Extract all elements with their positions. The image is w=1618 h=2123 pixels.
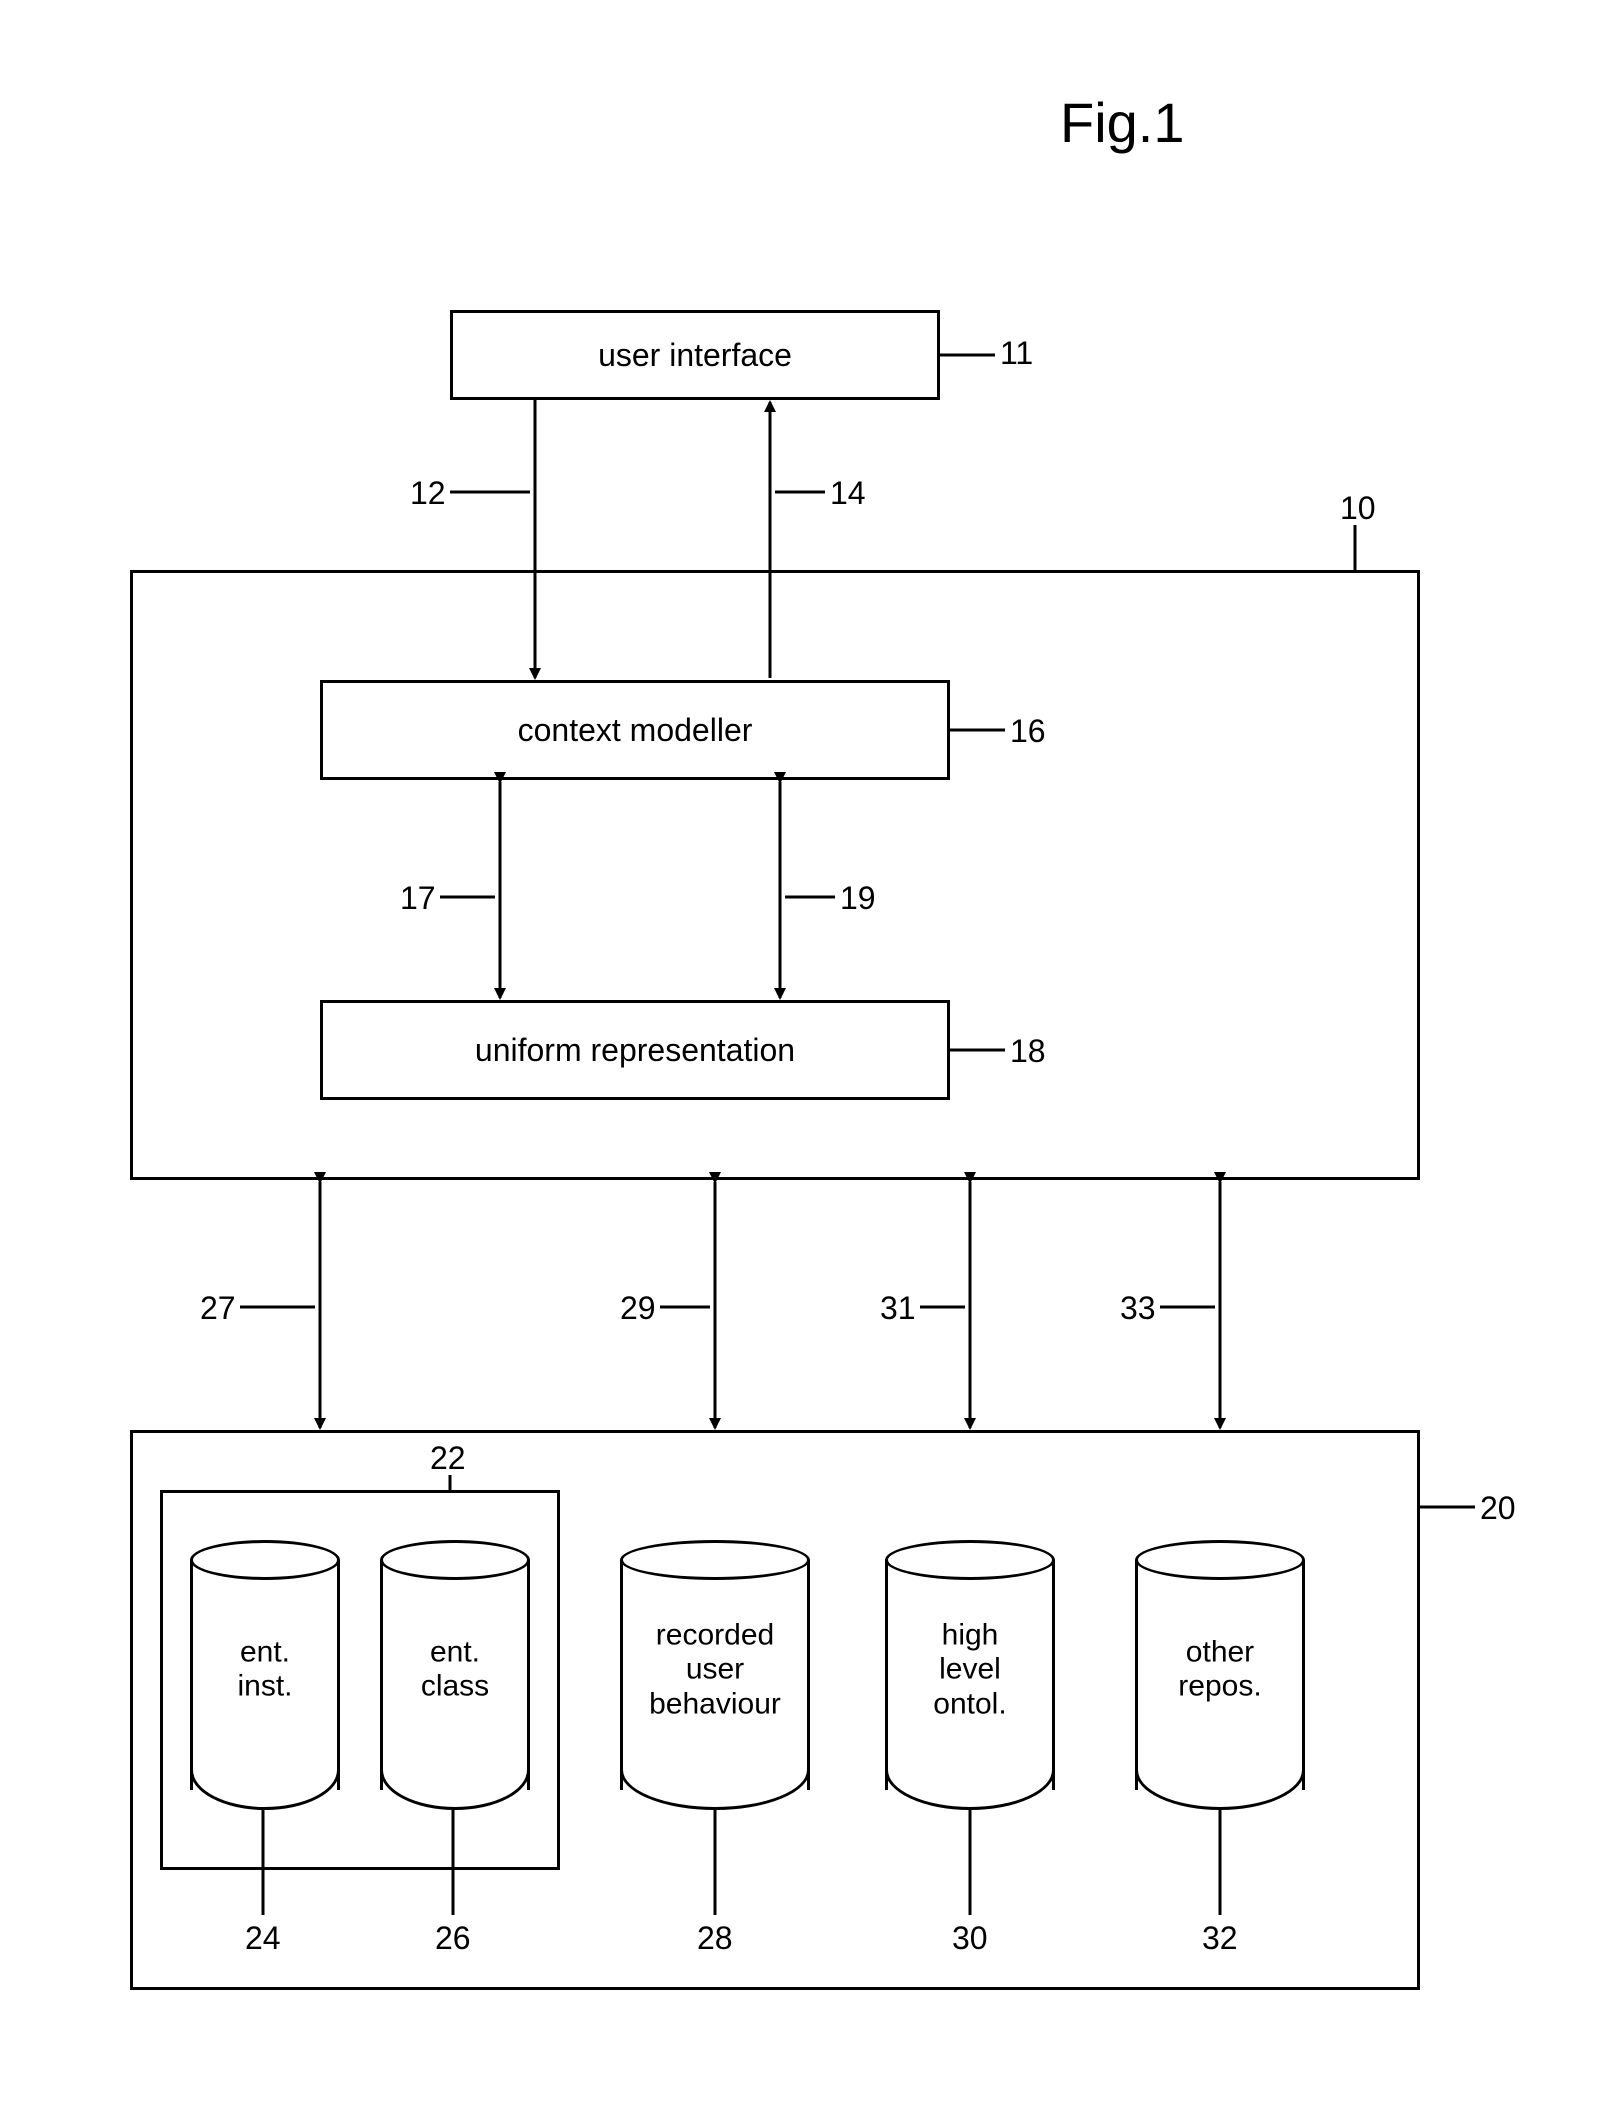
- ref-10: 10: [1340, 490, 1376, 527]
- ref-14: 14: [830, 475, 866, 512]
- ref-19: 19: [840, 880, 876, 917]
- cylinder-ent-inst: ent.inst.: [190, 1540, 340, 1810]
- ref-27: 27: [200, 1290, 236, 1327]
- ref-29: 29: [620, 1290, 656, 1327]
- ref-31: 31: [880, 1290, 916, 1327]
- cylinder-ent-class-label: ent.class: [380, 1635, 530, 1704]
- cylinder-recorded-user-behaviour: recordeduserbehaviour: [620, 1540, 810, 1810]
- ref-24: 24: [245, 1920, 281, 1957]
- cylinder-other-repos: otherrepos.: [1135, 1540, 1305, 1810]
- user-interface-label: user interface: [598, 337, 792, 374]
- ref-33: 33: [1120, 1290, 1156, 1327]
- ref-12: 12: [410, 475, 446, 512]
- ref-20: 20: [1480, 1490, 1516, 1527]
- user-interface-block: user interface: [450, 310, 940, 400]
- ref-18: 18: [1010, 1033, 1046, 1070]
- ref-32: 32: [1202, 1920, 1238, 1957]
- cylinder-hlo-label: highlevelontol.: [885, 1618, 1055, 1722]
- context-modeller-block: context modeller: [320, 680, 950, 780]
- ref-11: 11: [1000, 335, 1033, 372]
- ref-28: 28: [697, 1920, 733, 1957]
- ref-26: 26: [435, 1920, 471, 1957]
- ref-16: 16: [1010, 713, 1046, 750]
- context-modeller-label: context modeller: [518, 712, 753, 749]
- ref-30: 30: [952, 1920, 988, 1957]
- figure-title: Fig.1: [1060, 90, 1185, 155]
- cylinder-ent-inst-label: ent.inst.: [190, 1635, 340, 1704]
- cylinder-high-level-ontol: highlevelontol.: [885, 1540, 1055, 1810]
- uniform-representation-block: uniform representation: [320, 1000, 950, 1100]
- cylinder-rub-label: recordeduserbehaviour: [620, 1618, 810, 1722]
- ref-17: 17: [400, 880, 436, 917]
- cylinder-other-label: otherrepos.: [1135, 1635, 1305, 1704]
- cylinder-ent-class: ent.class: [380, 1540, 530, 1810]
- ref-22: 22: [430, 1440, 466, 1477]
- uniform-representation-label: uniform representation: [475, 1032, 795, 1069]
